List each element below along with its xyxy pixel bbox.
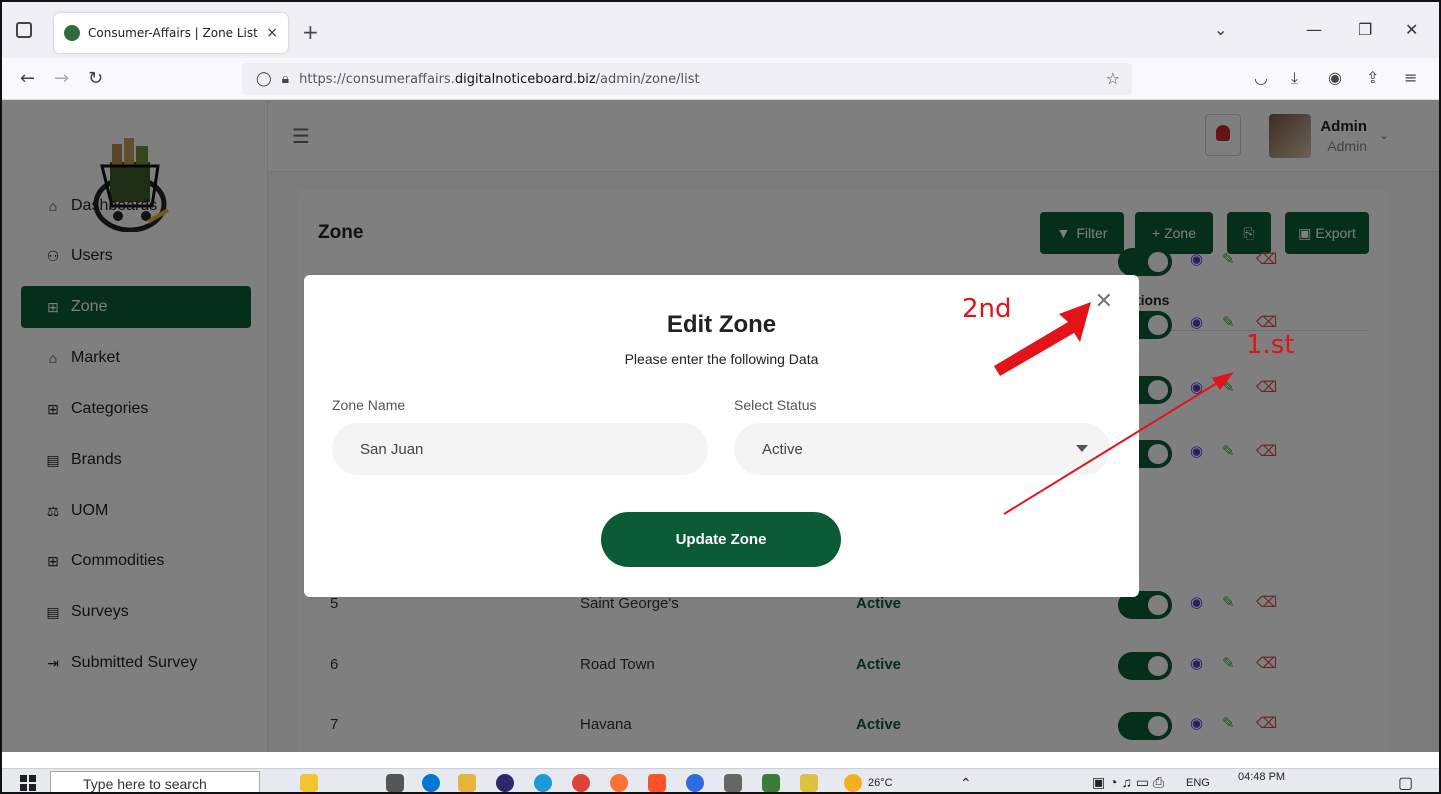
chrome-icon[interactable]	[572, 774, 590, 792]
taskbar-search-input[interactable]: Type here to search	[50, 771, 260, 792]
annotation-second: 2nd	[962, 294, 1012, 324]
screen: Consumer-Affairs | Zone List × + ⌄ — ❐ ✕…	[0, 0, 1441, 794]
modal-close-icon[interactable]: ✕	[1095, 289, 1113, 314]
account-icon[interactable]: ◉	[1328, 68, 1342, 87]
notepad-icon[interactable]	[762, 774, 780, 792]
url-path: /admin/zone/list	[595, 71, 700, 87]
tray-chevron-up-icon[interactable]: ⌃	[960, 775, 972, 792]
eclipse-icon[interactable]	[496, 774, 514, 792]
tab-close-icon[interactable]: ×	[266, 25, 278, 41]
windows-start-icon[interactable]	[20, 775, 36, 791]
pocket-icon[interactable]: ◡	[1254, 68, 1268, 87]
address-bar[interactable]: ◯ 🔒︎ https://consumeraffairs. digitalnoti…	[242, 63, 1132, 95]
lock-icon[interactable]: 🔒︎	[282, 71, 289, 87]
site-favicon-icon	[64, 25, 80, 41]
browser-tab[interactable]: Consumer-Affairs | Zone List ×	[54, 13, 288, 53]
forward-icon[interactable]: →	[54, 68, 69, 89]
temperature-text: 26°C	[868, 777, 893, 789]
edge-icon[interactable]	[534, 774, 552, 792]
back-icon[interactable]: ←	[20, 68, 35, 89]
weather-widget-icon[interactable]	[300, 774, 318, 792]
tab-overview-icon[interactable]	[16, 22, 32, 38]
menu-icon[interactable]: ≡	[1404, 68, 1417, 87]
bookmark-star-icon[interactable]: ☆	[1106, 69, 1120, 88]
task-view-icon[interactable]	[386, 774, 404, 792]
caret-down-icon	[1076, 445, 1088, 452]
windows-taskbar: Type here to search 26°C ⌃ ▣ ◔ ♫ ▭ ⎙ ENG…	[2, 768, 1439, 792]
update-zone-button[interactable]: Update Zone	[601, 512, 841, 567]
language-indicator[interactable]: ENG	[1186, 777, 1210, 789]
firefox-icon[interactable]	[610, 774, 628, 792]
zone-name-label: Zone Name	[332, 397, 406, 413]
file-explorer-icon[interactable]	[458, 774, 476, 792]
reload-icon[interactable]: ↻	[88, 68, 103, 89]
status-select[interactable]: Active	[734, 423, 1110, 475]
restore-icon[interactable]: ❐	[1358, 20, 1372, 39]
tab-list-chevron-icon[interactable]: ⌄	[1214, 20, 1227, 39]
minimize-icon[interactable]: —	[1306, 20, 1322, 39]
modal-subtitle: Please enter the following Data	[624, 351, 819, 367]
browser-nav-bar: ← → ↻ ◯ 🔒︎ https://consumeraffairs. digit…	[2, 58, 1439, 100]
shield-icon[interactable]: ◯	[256, 71, 272, 87]
brave-icon[interactable]	[648, 774, 666, 792]
downloads-icon[interactable]: ⤓	[1291, 68, 1298, 88]
browser-tab-bar: Consumer-Affairs | Zone List × + ⌄ — ❐ ✕	[2, 2, 1439, 58]
weather-icon[interactable]	[844, 774, 862, 792]
edit-zone-modal: Edit Zone Please enter the following Dat…	[304, 275, 1139, 597]
tool-icon[interactable]	[800, 774, 818, 792]
clock-time[interactable]: 04:48 PM	[1238, 771, 1285, 783]
url-domain: digitalnoticeboard.biz	[454, 71, 596, 87]
settings-icon[interactable]	[724, 774, 742, 792]
new-tab-button[interactable]: +	[302, 20, 319, 44]
tab-title: Consumer-Affairs | Zone List	[88, 26, 258, 40]
modal-title: Edit Zone	[666, 311, 777, 338]
notifications-icon[interactable]: ▢	[1398, 773, 1413, 792]
zone-name-input[interactable]: San Juan	[332, 423, 708, 475]
status-label: Select Status	[734, 397, 817, 413]
app-icon[interactable]	[686, 774, 704, 792]
url-prefix: https://consumeraffairs.	[299, 71, 455, 87]
status-select-value: Active	[762, 440, 803, 458]
extensions-icon[interactable]: ⇪	[1366, 68, 1379, 87]
window-close-icon[interactable]: ✕	[1405, 20, 1418, 39]
annotation-first: 1.st	[1246, 330, 1295, 360]
skype-icon[interactable]	[422, 774, 440, 792]
tray-icons[interactable]: ▣ ◔ ♫ ▭ ⎙	[1092, 774, 1164, 791]
